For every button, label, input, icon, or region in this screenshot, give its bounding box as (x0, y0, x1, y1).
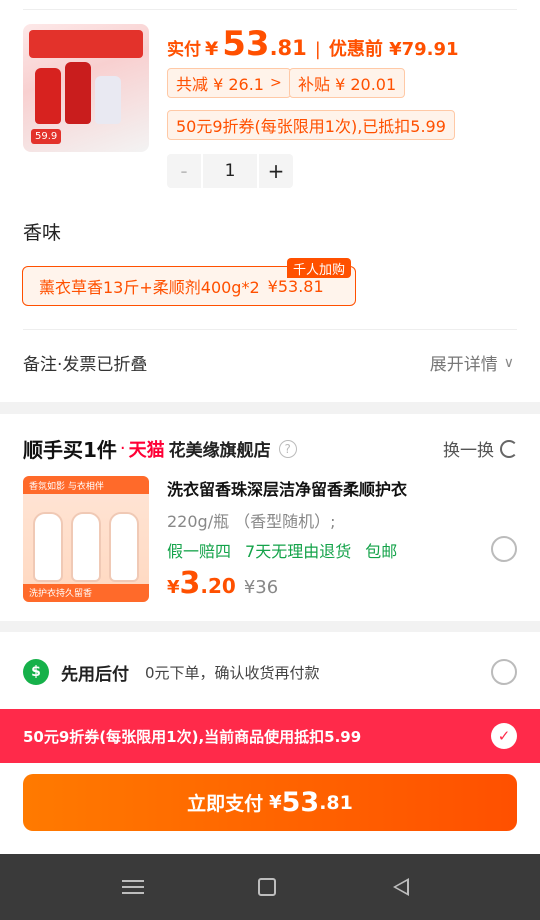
total-discount-tag[interactable]: 共减 ¥ 26.1 > (167, 68, 291, 98)
price-before-discount: 优惠前 ¥79.91 (328, 39, 459, 60)
back-icon[interactable] (386, 874, 416, 900)
actual-price-label: 实付 (167, 40, 201, 60)
pay-now-button[interactable]: 立即支付 ¥ 53 .81 (23, 774, 517, 831)
pay-now-label: 立即支付 (187, 793, 264, 815)
recommended-product-spec: 220g/瓶 （香型随机）; (167, 512, 336, 531)
tmall-logo: 天猫 (128, 439, 165, 461)
coupon-notice-bar: 50元9折券(每张限用1次),当前商品使用抵扣5.99 ✓ (0, 709, 540, 763)
price-integer: 53 (281, 787, 320, 818)
quantity-stepper: - 1 + (167, 154, 293, 188)
add-recommendation-radio[interactable] (491, 536, 517, 562)
service-tags: 假一赔四 7天无理由退货 包邮 (167, 538, 397, 562)
refresh-button[interactable]: 换一换 (443, 436, 518, 461)
pay-later-option: $ 先用后付 0元下单，确认收货再付款 (0, 632, 540, 710)
divider (23, 9, 517, 10)
currency-symbol: ¥ (205, 38, 219, 60)
image-banner (29, 30, 143, 58)
bottle-shape (65, 62, 91, 124)
image-bottom-text: 洗护衣持久留香 (29, 589, 93, 599)
recommendation-header: 顺手买1件 · 天猫 花美缘旗舰店 ? (23, 434, 297, 463)
order-card: 59.9 实付 ¥ 53 .81 | 优惠前 ¥79.91 共减 ¥ 26.1 … (0, 0, 540, 402)
original-price: ¥36 (243, 577, 279, 598)
divider (23, 329, 517, 330)
add-on-recommendation-card: 顺手买1件 · 天猫 花美缘旗舰店 ? 换一换 香氛如影 与衣相伴 洗护衣持久留… (0, 414, 540, 621)
scent-option-label: 薰衣草香13斤+柔顺剂400g*2 (39, 278, 260, 297)
recommended-product-image[interactable]: 香氛如影 与衣相伴 洗护衣持久留香 (23, 476, 149, 602)
recommended-product-title[interactable]: 洗衣留香珠深层洁净留香柔顺护衣 (167, 476, 407, 500)
pay-later-title: 先用后付 (61, 665, 129, 685)
coupon-applied-tag: 50元9折券(每张限用1次),已抵扣5.99 (167, 110, 455, 140)
bottle-shape (95, 76, 121, 124)
image-top-text: 香氛如影 与衣相伴 (29, 482, 104, 492)
scent-section-title: 香味 (23, 222, 62, 244)
coupon-applied-label: 50元9折券(每张限用1次),已抵扣5.99 (176, 117, 446, 136)
header-dot: · (119, 438, 126, 459)
check-icon[interactable]: ✓ (491, 723, 517, 749)
currency-symbol: ¥ (167, 577, 180, 598)
bottle-shape (71, 512, 101, 582)
image-price-tag: 59.9 (31, 129, 62, 144)
currency-symbol: ¥ (269, 792, 282, 813)
checkout-footer: 立即支付 ¥ 53 .81 (0, 763, 540, 854)
remark-invoice-label: 备注·发票已折叠 (23, 355, 148, 375)
pay-later-radio[interactable] (491, 659, 517, 685)
scent-option-price: ¥53.81 (267, 276, 324, 296)
total-discount-label: 共减 ¥ 26.1 (176, 75, 264, 94)
increase-button[interactable]: + (259, 154, 293, 188)
recommended-product-price: ¥ 3 .20 ¥36 (167, 566, 278, 601)
price-decimal: .81 (269, 36, 307, 60)
bottle-shape (33, 512, 63, 582)
quantity-input[interactable]: 1 (201, 154, 259, 188)
refresh-icon (500, 439, 518, 458)
system-navigation-bar (0, 854, 540, 920)
price-decimal: .20 (200, 574, 236, 598)
subsidy-label: 补贴 ¥ 20.01 (298, 75, 397, 94)
chevron-down-icon: ∨ (503, 354, 514, 371)
actual-price: 实付 ¥ 53 .81 | 优惠前 ¥79.91 (167, 24, 459, 64)
chevron-right-icon: > (269, 75, 282, 91)
store-name[interactable]: 花美缘旗舰店 (169, 436, 271, 461)
price-decimal: .81 (319, 791, 353, 814)
expand-details-button[interactable]: 展开详情 ∨ (429, 350, 514, 376)
pay-later-icon: $ (23, 659, 49, 685)
pay-later-description: 0元下单，确认收货再付款 (145, 664, 320, 682)
product-image[interactable]: 59.9 (23, 24, 149, 152)
info-icon[interactable]: ? (278, 439, 297, 458)
refresh-label: 换一换 (443, 441, 494, 461)
recommendation-title: 顺手买1件 (23, 438, 117, 462)
decrease-button[interactable]: - (167, 154, 201, 188)
price-integer: 3 (179, 566, 201, 601)
price-separator: | (314, 39, 321, 60)
price-integer: 53 (222, 24, 270, 64)
subsidy-tag: 补贴 ¥ 20.01 (289, 68, 406, 98)
expand-details-label: 展开详情 (429, 355, 498, 375)
service-tag: 7天无理由退货 (245, 542, 352, 561)
menu-icon[interactable] (118, 874, 148, 900)
coupon-notice-text: 50元9折券(每张限用1次),当前商品使用抵扣5.99 (23, 727, 362, 746)
home-icon[interactable] (252, 874, 282, 900)
popular-badge: 千人加购 (287, 258, 352, 278)
service-tag: 包邮 (365, 542, 398, 561)
service-tag: 假一赔四 (167, 542, 232, 561)
bottle-shape (109, 512, 139, 582)
bottle-shape (35, 68, 61, 124)
